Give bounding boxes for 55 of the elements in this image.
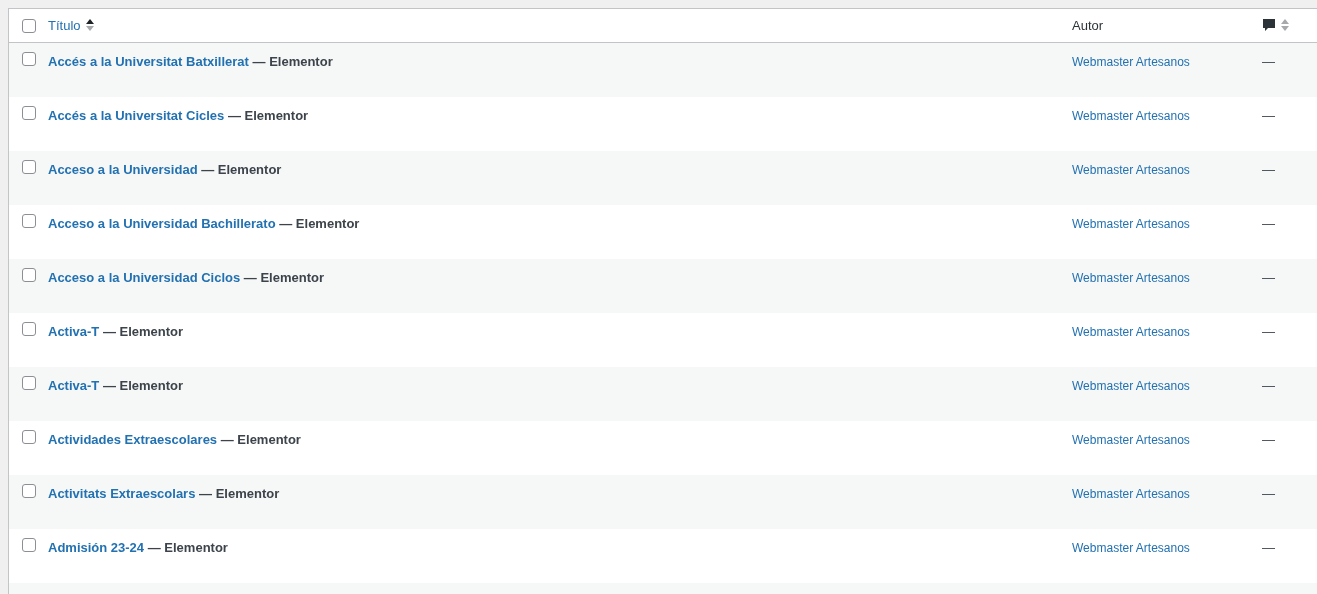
row-checkbox[interactable]: [22, 268, 36, 282]
post-state: — Elementor: [279, 216, 360, 231]
column-header[interactable]: Título: [48, 17, 81, 33]
page-title-link[interactable]: Activitats Extraescolars: [48, 486, 196, 501]
author-link[interactable]: Webmaster Artesanos: [1072, 217, 1190, 231]
row-checkbox[interactable]: [22, 538, 36, 552]
comment-count: —: [1262, 54, 1275, 69]
author-link[interactable]: Webmaster Artesanos: [1072, 109, 1190, 123]
page-title-link[interactable]: Acceso a la Universidad Ciclos: [48, 270, 241, 285]
page-title-link[interactable]: Admisión 23-24: [48, 540, 145, 555]
page-title-link[interactable]: Accés a la Universitat Batxillerat: [48, 54, 249, 69]
row-checkbox[interactable]: [22, 106, 36, 120]
author-link[interactable]: Webmaster Artesanos: [1072, 55, 1190, 69]
page-title-link[interactable]: Accés a la Universitat Cicles: [48, 108, 225, 123]
author-link[interactable]: Webmaster Artesanos: [1072, 541, 1190, 555]
row-checkbox[interactable]: [22, 376, 36, 390]
post-state: — Elementor: [252, 54, 333, 69]
comment-count: —: [1262, 378, 1275, 393]
post-state: — Elementor: [199, 486, 280, 501]
author-link[interactable]: Webmaster Artesanos: [1072, 379, 1190, 393]
comment-count: —: [1262, 540, 1275, 555]
comment-count: —: [1262, 486, 1275, 501]
author-link[interactable]: Webmaster Artesanos: [1072, 433, 1190, 447]
page-title-link[interactable]: Activa-T: [48, 378, 100, 393]
page-title-link[interactable]: Actividades Extraescolares: [48, 432, 218, 447]
post-state: — Elementor: [147, 540, 228, 555]
post-state: — Elementor: [227, 108, 309, 123]
row-checkbox[interactable]: [22, 484, 36, 498]
speech-bubble-icon[interactable]: [1262, 17, 1276, 32]
row-checkbox[interactable]: [22, 52, 36, 66]
column-header: Autor: [1072, 17, 1104, 33]
post-state: — Elementor: [243, 270, 324, 285]
page-title-link[interactable]: Acceso a la Universidad: [48, 162, 198, 177]
comment-count: —: [1262, 324, 1275, 339]
post-state: — Elementor: [201, 162, 282, 177]
author-link[interactable]: Webmaster Artesanos: [1072, 163, 1190, 177]
post-state: — Elementor: [102, 378, 184, 393]
select-all-checkbox[interactable]: [22, 18, 36, 33]
post-state: — Elementor: [220, 432, 301, 447]
comment-count: —: [1262, 432, 1275, 447]
sort-icon[interactable]: [85, 17, 94, 32]
author-link[interactable]: Webmaster Artesanos: [1072, 325, 1190, 339]
author-link[interactable]: Webmaster Artesanos: [1072, 271, 1190, 285]
page-title-link[interactable]: Activa-T: [48, 324, 100, 339]
page-title-link[interactable]: Acceso a la Universidad Bachillerato: [48, 216, 276, 231]
row-checkbox[interactable]: [22, 160, 36, 174]
row-checkbox[interactable]: [22, 322, 36, 336]
comment-count: —: [1262, 108, 1275, 123]
row-checkbox[interactable]: [22, 430, 36, 444]
post-state: — Elementor: [102, 324, 184, 339]
author-link[interactable]: Webmaster Artesanos: [1072, 487, 1190, 501]
comment-count: —: [1262, 162, 1275, 177]
comment-count: —: [1262, 270, 1275, 285]
row-checkbox[interactable]: [22, 214, 36, 228]
comment-count: —: [1262, 216, 1275, 231]
